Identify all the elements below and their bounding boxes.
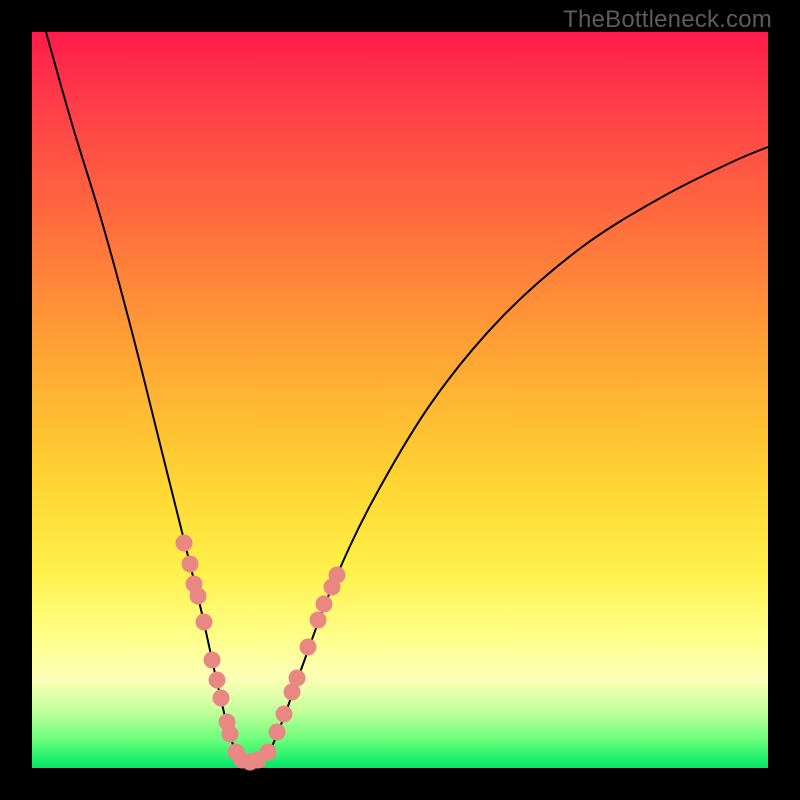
watermark-text: TheBottleneck.com: [563, 6, 772, 34]
sample-dot: [176, 535, 193, 552]
sample-dot: [190, 588, 207, 605]
sample-dot: [213, 690, 230, 707]
sample-dot: [260, 744, 277, 761]
sample-dot: [300, 639, 317, 656]
sample-dot: [316, 596, 333, 613]
plot-area: [32, 32, 768, 768]
sample-dot: [289, 670, 306, 687]
sample-dot: [222, 726, 239, 743]
chart-svg: [32, 32, 768, 768]
sample-dot: [276, 706, 293, 723]
sample-dot: [204, 652, 221, 669]
sample-dot: [310, 612, 327, 629]
sample-dot: [182, 556, 199, 573]
sample-dots-group: [176, 535, 346, 771]
sample-dot: [209, 672, 226, 689]
bottleneck-curve: [46, 32, 768, 764]
sample-dot: [196, 614, 213, 631]
sample-dot: [269, 724, 286, 741]
chart-frame: TheBottleneck.com: [0, 0, 800, 800]
sample-dot: [329, 567, 346, 584]
